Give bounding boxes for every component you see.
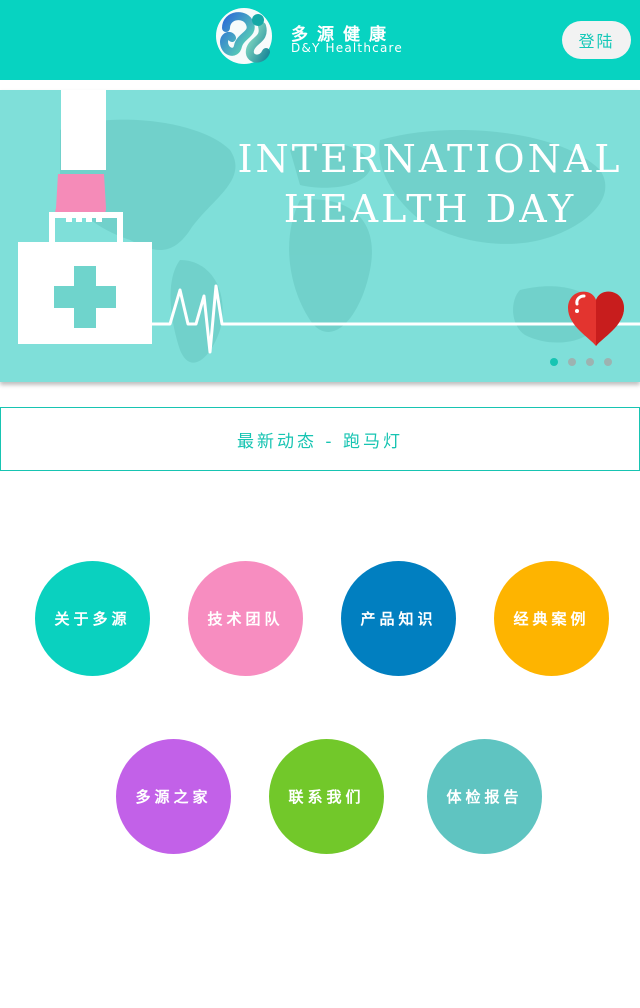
carousel-dot-2[interactable] <box>568 358 576 366</box>
nav-products-button[interactable]: 产品知识 <box>341 561 456 676</box>
nav-cases-button[interactable]: 经典案例 <box>494 561 609 676</box>
nav-about-label: 关于多源 <box>54 610 131 628</box>
news-marquee[interactable]: 最新动态 - 跑马灯 <box>0 407 640 471</box>
banner-title-line2: HEALTH DAY <box>283 187 577 231</box>
nav-products-label: 产品知识 <box>360 610 437 628</box>
nav-contact-label: 联系我们 <box>288 788 365 806</box>
nav-report-button[interactable]: 体检报告 <box>427 739 542 854</box>
nav-team-label: 技术团队 <box>207 610 284 628</box>
carousel-dot-4[interactable] <box>604 358 612 366</box>
nav-about-button[interactable]: 关于多源 <box>35 561 150 676</box>
banner-illustration <box>18 90 640 363</box>
nav-team-button[interactable]: 技术团队 <box>188 561 303 676</box>
logo-icon <box>216 8 272 64</box>
nav-contact-button[interactable]: 联系我们 <box>269 739 384 854</box>
banner-title-line1: INTERNATIONAL <box>237 137 623 181</box>
brand-name-en: D&Y Healthcare <box>291 41 403 55</box>
nav-home-button[interactable]: 多源之家 <box>116 739 231 854</box>
nav-cases-label: 经典案例 <box>513 610 590 628</box>
carousel-indicators <box>550 358 612 366</box>
top-header: 多源健康 D&Y Healthcare 登陆 <box>0 0 640 80</box>
nav-report-label: 体检报告 <box>446 788 523 806</box>
carousel-dot-3[interactable] <box>586 358 594 366</box>
login-button[interactable]: 登陆 <box>562 21 631 59</box>
carousel-dot-1[interactable] <box>550 358 558 366</box>
banner-carousel[interactable] <box>0 90 640 382</box>
nav-home-label: 多源之家 <box>135 788 212 806</box>
